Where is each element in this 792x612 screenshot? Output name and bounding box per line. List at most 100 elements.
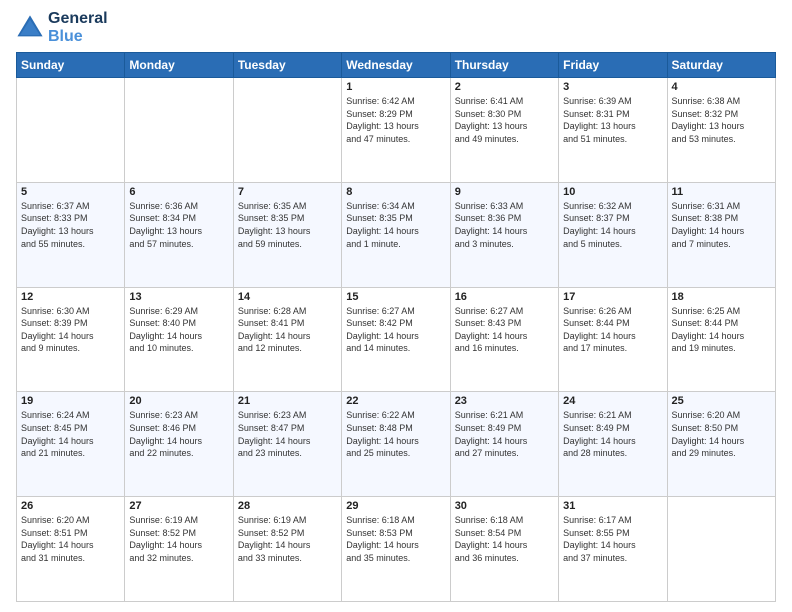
calendar-cell	[17, 78, 125, 183]
day-info: Sunrise: 6:23 AM Sunset: 8:46 PM Dayligh…	[129, 409, 228, 459]
day-info: Sunrise: 6:28 AM Sunset: 8:41 PM Dayligh…	[238, 305, 337, 355]
day-info: Sunrise: 6:25 AM Sunset: 8:44 PM Dayligh…	[672, 305, 771, 355]
day-info: Sunrise: 6:42 AM Sunset: 8:29 PM Dayligh…	[346, 95, 445, 145]
calendar-cell	[667, 497, 775, 602]
calendar-header-tuesday: Tuesday	[233, 53, 341, 78]
day-info: Sunrise: 6:39 AM Sunset: 8:31 PM Dayligh…	[563, 95, 662, 145]
day-info: Sunrise: 6:20 AM Sunset: 8:51 PM Dayligh…	[21, 514, 120, 564]
day-info: Sunrise: 6:32 AM Sunset: 8:37 PM Dayligh…	[563, 200, 662, 250]
day-number: 29	[346, 500, 445, 512]
calendar-cell: 10 Sunrise: 6:32 AM Sunset: 8:37 PM Dayli…	[559, 182, 667, 287]
day-info: Sunrise: 6:27 AM Sunset: 8:42 PM Dayligh…	[346, 305, 445, 355]
day-number: 2	[455, 81, 554, 93]
day-number: 15	[346, 291, 445, 303]
day-number: 8	[346, 186, 445, 198]
calendar-cell: 3 Sunrise: 6:39 AM Sunset: 8:31 PM Daylig…	[559, 78, 667, 183]
day-number: 31	[563, 500, 662, 512]
calendar-cell: 18Sunrise: 6:25 AM Sunset: 8:44 PM Dayli…	[667, 287, 775, 392]
calendar-cell: 22 Sunrise: 6:22 AM Sunset: 8:48 PM Dayli…	[342, 392, 450, 497]
logo-icon	[16, 14, 44, 42]
calendar-cell: 24Sunrise: 6:21 AM Sunset: 8:49 PM Dayli…	[559, 392, 667, 497]
day-number: 7	[238, 186, 337, 198]
day-info: Sunrise: 6:19 AM Sunset: 8:52 PM Dayligh…	[238, 514, 337, 564]
day-info: Sunrise: 6:17 AM Sunset: 8:55 PM Dayligh…	[563, 514, 662, 564]
calendar-week-3: 12 Sunrise: 6:30 AM Sunset: 8:39 PM Dayli…	[17, 287, 776, 392]
calendar-cell: 21 Sunrise: 6:23 AM Sunset: 8:47 PM Dayli…	[233, 392, 341, 497]
header: General Blue	[16, 10, 776, 46]
day-number: 16	[455, 291, 554, 303]
calendar-cell: 12 Sunrise: 6:30 AM Sunset: 8:39 PM Dayli…	[17, 287, 125, 392]
day-number: 14	[238, 291, 337, 303]
day-info: Sunrise: 6:38 AM Sunset: 8:32 PM Dayligh…	[672, 95, 771, 145]
day-number: 22	[346, 395, 445, 407]
calendar-cell: 11Sunrise: 6:31 AM Sunset: 8:38 PM Dayli…	[667, 182, 775, 287]
calendar-cell: 13 Sunrise: 6:29 AM Sunset: 8:40 PM Dayli…	[125, 287, 233, 392]
day-number: 12	[21, 291, 120, 303]
day-number: 11	[672, 186, 771, 198]
day-number: 10	[563, 186, 662, 198]
day-info: Sunrise: 6:34 AM Sunset: 8:35 PM Dayligh…	[346, 200, 445, 250]
calendar-week-1: 1 Sunrise: 6:42 AM Sunset: 8:29 PM Daylig…	[17, 78, 776, 183]
calendar-cell: 19 Sunrise: 6:24 AM Sunset: 8:45 PM Dayli…	[17, 392, 125, 497]
logo: General Blue	[16, 10, 108, 46]
calendar-header-row: SundayMondayTuesdayWednesdayThursdayFrid…	[17, 53, 776, 78]
day-info: Sunrise: 6:23 AM Sunset: 8:47 PM Dayligh…	[238, 409, 337, 459]
calendar-cell: 20 Sunrise: 6:23 AM Sunset: 8:46 PM Dayli…	[125, 392, 233, 497]
day-number: 25	[672, 395, 771, 407]
day-info: Sunrise: 6:18 AM Sunset: 8:53 PM Dayligh…	[346, 514, 445, 564]
calendar-cell: 28 Sunrise: 6:19 AM Sunset: 8:52 PM Dayli…	[233, 497, 341, 602]
calendar-cell: 31 Sunrise: 6:17 AM Sunset: 8:55 PM Dayli…	[559, 497, 667, 602]
calendar-cell: 25 Sunrise: 6:20 AM Sunset: 8:50 PM Dayli…	[667, 392, 775, 497]
day-info: Sunrise: 6:30 AM Sunset: 8:39 PM Dayligh…	[21, 305, 120, 355]
day-number: 26	[21, 500, 120, 512]
day-number: 1	[346, 81, 445, 93]
calendar-cell: 5 Sunrise: 6:37 AM Sunset: 8:33 PM Daylig…	[17, 182, 125, 287]
day-number: 13	[129, 291, 228, 303]
calendar-cell: 16 Sunrise: 6:27 AM Sunset: 8:43 PM Dayli…	[450, 287, 558, 392]
day-info: Sunrise: 6:26 AM Sunset: 8:44 PM Dayligh…	[563, 305, 662, 355]
day-number: 20	[129, 395, 228, 407]
calendar-cell: 26 Sunrise: 6:20 AM Sunset: 8:51 PM Dayli…	[17, 497, 125, 602]
calendar-cell: 14 Sunrise: 6:28 AM Sunset: 8:41 PM Dayli…	[233, 287, 341, 392]
calendar-header-wednesday: Wednesday	[342, 53, 450, 78]
day-info: Sunrise: 6:24 AM Sunset: 8:45 PM Dayligh…	[21, 409, 120, 459]
day-number: 28	[238, 500, 337, 512]
day-number: 5	[21, 186, 120, 198]
calendar-cell: 30 Sunrise: 6:18 AM Sunset: 8:54 PM Dayli…	[450, 497, 558, 602]
day-number: 3	[563, 81, 662, 93]
calendar-week-2: 5 Sunrise: 6:37 AM Sunset: 8:33 PM Daylig…	[17, 182, 776, 287]
day-info: Sunrise: 6:18 AM Sunset: 8:54 PM Dayligh…	[455, 514, 554, 564]
day-number: 27	[129, 500, 228, 512]
day-info: Sunrise: 6:21 AM Sunset: 8:49 PM Dayligh…	[455, 409, 554, 459]
day-number: 17	[563, 291, 662, 303]
calendar-header-saturday: Saturday	[667, 53, 775, 78]
day-number: 21	[238, 395, 337, 407]
day-number: 24	[563, 395, 662, 407]
day-info: Sunrise: 6:35 AM Sunset: 8:35 PM Dayligh…	[238, 200, 337, 250]
calendar-cell: 1 Sunrise: 6:42 AM Sunset: 8:29 PM Daylig…	[342, 78, 450, 183]
day-number: 19	[21, 395, 120, 407]
calendar-cell: 27 Sunrise: 6:19 AM Sunset: 8:52 PM Dayli…	[125, 497, 233, 602]
day-info: Sunrise: 6:20 AM Sunset: 8:50 PM Dayligh…	[672, 409, 771, 459]
day-info: Sunrise: 6:19 AM Sunset: 8:52 PM Dayligh…	[129, 514, 228, 564]
calendar-cell: 23Sunrise: 6:21 AM Sunset: 8:49 PM Dayli…	[450, 392, 558, 497]
calendar-cell: 15 Sunrise: 6:27 AM Sunset: 8:42 PM Dayli…	[342, 287, 450, 392]
calendar-cell: 17 Sunrise: 6:26 AM Sunset: 8:44 PM Dayli…	[559, 287, 667, 392]
day-info: Sunrise: 6:41 AM Sunset: 8:30 PM Dayligh…	[455, 95, 554, 145]
day-info: Sunrise: 6:29 AM Sunset: 8:40 PM Dayligh…	[129, 305, 228, 355]
day-info: Sunrise: 6:22 AM Sunset: 8:48 PM Dayligh…	[346, 409, 445, 459]
calendar-cell: 29 Sunrise: 6:18 AM Sunset: 8:53 PM Dayli…	[342, 497, 450, 602]
day-number: 30	[455, 500, 554, 512]
calendar-week-4: 19 Sunrise: 6:24 AM Sunset: 8:45 PM Dayli…	[17, 392, 776, 497]
day-number: 9	[455, 186, 554, 198]
calendar: SundayMondayTuesdayWednesdayThursdayFrid…	[16, 52, 776, 602]
day-info: Sunrise: 6:27 AM Sunset: 8:43 PM Dayligh…	[455, 305, 554, 355]
calendar-cell	[233, 78, 341, 183]
calendar-week-5: 26 Sunrise: 6:20 AM Sunset: 8:51 PM Dayli…	[17, 497, 776, 602]
page: General Blue SundayMondayTuesdayWednesda…	[0, 0, 792, 612]
calendar-header-monday: Monday	[125, 53, 233, 78]
calendar-cell: 9Sunrise: 6:33 AM Sunset: 8:36 PM Daylig…	[450, 182, 558, 287]
day-info: Sunrise: 6:37 AM Sunset: 8:33 PM Dayligh…	[21, 200, 120, 250]
calendar-cell: 2 Sunrise: 6:41 AM Sunset: 8:30 PM Daylig…	[450, 78, 558, 183]
calendar-cell: 8 Sunrise: 6:34 AM Sunset: 8:35 PM Daylig…	[342, 182, 450, 287]
